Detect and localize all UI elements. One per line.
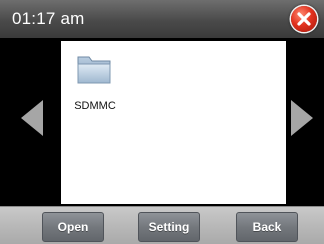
folder-icon (77, 56, 111, 84)
close-icon (297, 12, 311, 26)
right-arrow-icon[interactable] (291, 100, 313, 136)
title-bar: 01:17 am (0, 0, 324, 39)
close-button[interactable] (291, 6, 317, 32)
folder-item-sdmmc[interactable]: SDMMC (71, 49, 119, 119)
back-button[interactable]: Back (236, 212, 298, 242)
left-arrow-icon[interactable] (21, 100, 43, 136)
file-list-panel: SDMMC (61, 41, 286, 204)
main-area: SDMMC (0, 38, 324, 206)
bottom-toolbar: Open Setting Back (0, 206, 324, 244)
setting-button[interactable]: Setting (138, 212, 200, 242)
folder-label: SDMMC (74, 100, 116, 112)
clock-time: 01:17 am (12, 9, 85, 28)
open-button[interactable]: Open (42, 212, 104, 242)
file-browser-screen: 01:17 am SDMMC Open Setting Back (0, 0, 324, 244)
